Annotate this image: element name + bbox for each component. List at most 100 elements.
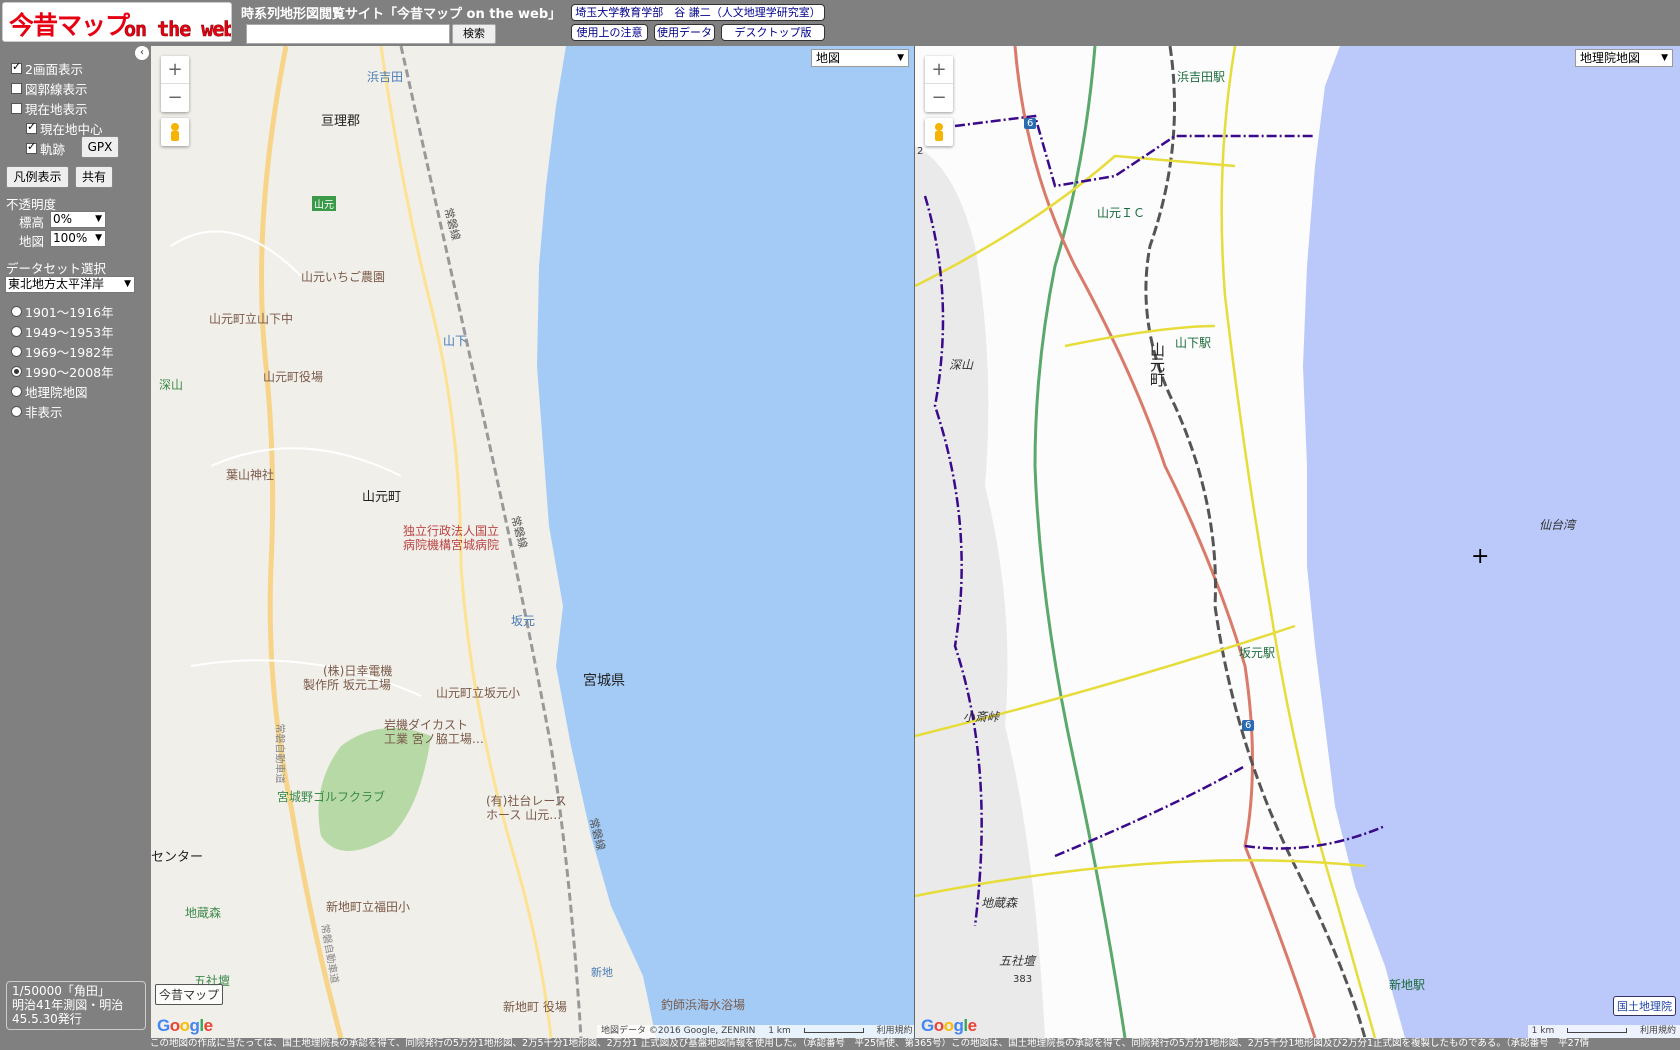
hill-relief-area: [915, 146, 1045, 1038]
option-current-location[interactable]: 現在地表示: [11, 99, 88, 118]
attribution-text: 地図データ ©2016 Google, ZENRIN: [601, 1026, 756, 1036]
left-map-type-select[interactable]: 地図 ▼: [811, 49, 909, 67]
data-button[interactable]: 使用データ: [654, 24, 715, 41]
period-radio[interactable]: 地理院地図: [11, 382, 88, 401]
dataset-label: データセット選択: [6, 261, 107, 276]
zoom-in-button[interactable]: +: [925, 56, 953, 84]
site-title: 時系列地形図閲覧サイト「今昔マップ on the web」: [241, 7, 562, 22]
legend-button[interactable]: 凡例表示: [6, 166, 69, 188]
map-label: 葉山神社: [226, 468, 275, 482]
info-line: 1/50000「角田」: [12, 984, 110, 998]
map-label: 山元いちご農園: [301, 270, 386, 284]
google-logo: Google: [157, 1016, 213, 1035]
street-view-pegman-icon[interactable]: [161, 118, 189, 146]
app-root: 今昔マップ on the web 時系列地形図閲覧サイト「今昔マップ on th…: [0, 0, 1680, 1050]
map-label: 浜吉田: [367, 70, 404, 84]
map-label: 坂元駅: [1239, 646, 1276, 660]
elevation-label: 標高: [19, 215, 45, 230]
map-label: 山元町立山下中: [209, 312, 294, 326]
left-map[interactable]: + − 地図 ▼ 浜吉田 亘理郡 山元 常磐線 山元いちご農園 山元町立山下中 山…: [151, 46, 914, 1038]
period-radio[interactable]: 1990～2008年: [11, 362, 114, 381]
map-opacity-label: 地図: [19, 234, 45, 249]
map-label: 新地町立福田小: [326, 900, 411, 914]
zoom-out-button[interactable]: −: [161, 84, 189, 112]
scale-label: 1 km: [1531, 1026, 1555, 1036]
radio-icon[interactable]: [11, 326, 22, 337]
zoom-out-button[interactable]: −: [925, 84, 953, 112]
map-label: 工業 宮ノ脇工場…: [384, 732, 484, 746]
right-map[interactable]: + − 地理院地図 ▼ 浜吉田駅 山元ＩＣ 山下駅 山元町 深山 仙台湾 坂元駅 …: [915, 46, 1680, 1038]
dropdown-arrow-icon: ▼: [95, 233, 102, 243]
map-label: 宮城野ゴルフクラブ: [277, 790, 386, 804]
period-radio[interactable]: 非表示: [11, 402, 63, 421]
zoom-control[interactable]: + −: [161, 56, 189, 112]
zoom-control[interactable]: + −: [925, 56, 953, 112]
radio-selected-icon[interactable]: [11, 366, 22, 377]
opacity-label: 不透明度: [6, 197, 57, 212]
zoom-in-button[interactable]: +: [161, 56, 189, 84]
period-label: 1949～1953年: [25, 325, 114, 340]
checkbox-icon[interactable]: [11, 103, 22, 114]
header: 今昔マップ on the web 時系列地形図閲覧サイト「今昔マップ on th…: [0, 0, 1680, 46]
search-input[interactable]: [246, 24, 450, 44]
map-label: 2: [917, 146, 924, 157]
author-link[interactable]: 埼玉大学教育学部 谷 謙二（人文地理学研究室）: [571, 4, 825, 21]
radio-icon[interactable]: [11, 406, 22, 417]
radio-icon[interactable]: [11, 306, 22, 317]
radio-icon[interactable]: [11, 386, 22, 397]
map-label: 釣師浜海水浴場: [661, 998, 746, 1012]
option-label: 2画面表示: [25, 62, 83, 77]
checkbox-checked-icon[interactable]: [26, 140, 37, 154]
dropdown-arrow-icon: ▼: [1661, 53, 1668, 63]
map-label: 地蔵森: [185, 906, 222, 920]
right-map-type-select[interactable]: 地理院地図 ▼: [1575, 49, 1673, 67]
info-line: 明治41年測図・明治: [12, 998, 124, 1012]
period-radio[interactable]: 1949～1953年: [11, 322, 114, 341]
map-opacity-select[interactable]: 100% ▼: [50, 230, 106, 247]
map-label: 新地町 役場: [503, 1000, 567, 1014]
period-label: 非表示: [25, 405, 63, 420]
map-label: 深山: [949, 358, 974, 372]
checkbox-icon[interactable]: [11, 83, 22, 94]
crosshair-icon: +: [1471, 544, 1490, 569]
map-label: 新地駅: [1389, 978, 1426, 992]
share-button[interactable]: 共有: [75, 166, 113, 188]
highway-road: [259, 46, 344, 1038]
notice-button[interactable]: 使用上の注意: [571, 24, 648, 41]
terms-link[interactable]: 利用規約: [877, 1026, 913, 1036]
search-button[interactable]: 検索: [452, 24, 496, 44]
period-radio[interactable]: 1969～1982年: [11, 342, 114, 361]
map-label: 深山: [159, 378, 184, 392]
map-label: 山元ＩＣ: [1097, 206, 1146, 220]
local-road: [170, 230, 422, 697]
period-label: 地理院地図: [25, 385, 88, 400]
map-label: 新地: [591, 966, 613, 979]
radio-icon[interactable]: [11, 346, 22, 357]
map-label: 浜吉田駅: [1177, 70, 1226, 84]
period-radio[interactable]: 1901～1916年: [11, 302, 114, 321]
option-track[interactable]: 軌跡: [26, 139, 65, 158]
gpx-button[interactable]: GPX: [81, 136, 119, 158]
map-label: 383: [1013, 974, 1033, 985]
street-view-pegman-icon[interactable]: [925, 118, 953, 146]
map-attribution: 1 km 利用規約: [1527, 1025, 1680, 1038]
elevation-opacity-select[interactable]: 0% ▼: [50, 211, 106, 228]
dataset-select[interactable]: 東北地方太平洋岸 ▼: [5, 276, 135, 293]
collapse-sidebar-icon[interactable]: ‹: [135, 46, 149, 60]
option-dual-screen[interactable]: 2画面表示: [11, 59, 83, 78]
option-frame-lines[interactable]: 図郭線表示: [11, 79, 88, 98]
site-logo[interactable]: 今昔マップ on the web: [2, 2, 232, 42]
checkbox-checked-icon[interactable]: [11, 60, 22, 74]
elevation-opacity-value: 0%: [53, 212, 73, 226]
sea-area: [537, 46, 914, 1038]
gsi-badge[interactable]: 国土地理院: [1613, 996, 1676, 1016]
map-attribution: 地図データ ©2016 Google, ZENRIN 1 km 利用規約: [597, 1025, 914, 1038]
dataset-value: 東北地方太平洋岸: [8, 277, 105, 291]
terms-link[interactable]: 利用規約: [1640, 1026, 1676, 1036]
map-label: 山下: [443, 334, 468, 348]
checkbox-checked-icon[interactable]: [26, 120, 37, 134]
desktop-button[interactable]: デスクトップ版: [721, 24, 825, 41]
sidebar: ‹ 2画面表示 図郭線表示 現在地表示 現在地中心 軌跡 GPX 凡例表示 共有…: [0, 46, 151, 1038]
scale-label: 1 km: [768, 1026, 791, 1036]
dropdown-arrow-icon: ▼: [897, 53, 904, 63]
